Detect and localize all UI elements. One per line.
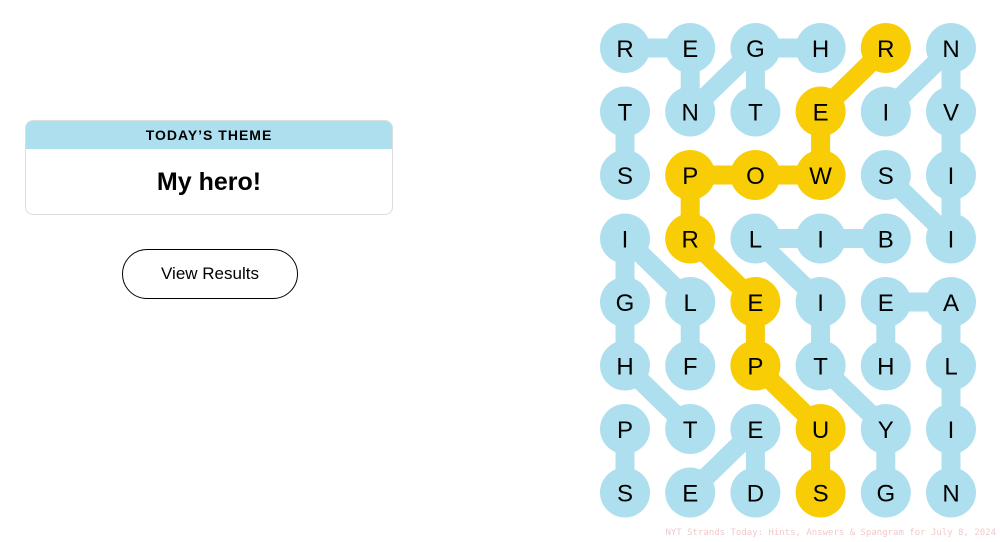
letter-tile[interactable]: S (795, 467, 846, 518)
letter-tile[interactable]: G (600, 277, 650, 327)
letter-tile[interactable]: H (600, 340, 650, 391)
tile-letter: T (683, 417, 698, 444)
tile-letter: O (746, 163, 765, 190)
letter-tile[interactable]: N (665, 86, 716, 137)
letter-tile[interactable]: E (665, 23, 716, 73)
tile-letter: E (682, 36, 698, 63)
letter-tile[interactable]: I (926, 213, 976, 264)
tile-letter: P (617, 417, 633, 444)
letter-board: R E G H R N T N T E I V S P O W S I I R L I B I G L E I E A H F P T H L P T E U… (600, 23, 976, 518)
letter-tile[interactable]: E (795, 86, 846, 137)
letter-tile[interactable]: I (926, 150, 976, 200)
letter-tile[interactable]: S (600, 467, 650, 518)
tile-letter: B (878, 227, 894, 254)
letter-tile[interactable]: H (795, 23, 846, 73)
letter-tile[interactable]: H (860, 340, 911, 391)
letter-tile[interactable]: L (665, 277, 716, 327)
letter-tile[interactable]: I (860, 86, 911, 137)
tile-letter: P (747, 354, 763, 381)
letter-tile[interactable]: D (730, 467, 781, 518)
tile-letter: P (682, 163, 698, 190)
tile-letter: I (948, 417, 955, 444)
tile-letter: L (684, 290, 697, 317)
letter-tile[interactable]: S (860, 150, 911, 200)
tile-letter: I (948, 227, 955, 254)
letter-tile[interactable]: G (860, 467, 911, 518)
tile-letter: S (878, 163, 894, 190)
watermark: NYT Strands Today: Hints, Answers & Span… (665, 528, 996, 538)
tile-letter: S (617, 481, 633, 508)
tile-letter: E (813, 100, 829, 127)
letter-tile[interactable]: R (665, 213, 716, 264)
letter-tile[interactable]: O (730, 150, 781, 200)
tile-letter: G (616, 290, 635, 317)
tile-letter: U (812, 417, 829, 444)
letter-tile[interactable]: P (600, 404, 650, 454)
letter-tile[interactable]: E (860, 277, 911, 327)
letter-tile[interactable]: I (795, 213, 846, 264)
tile-letter: T (748, 100, 763, 127)
tile-letter: W (809, 163, 832, 190)
tile-letter: G (746, 36, 765, 63)
tile-letter: V (943, 100, 959, 127)
letter-tile[interactable]: E (730, 404, 781, 454)
letter-tile[interactable]: I (926, 404, 976, 454)
tile-letter: E (682, 481, 698, 508)
tile-letter: I (622, 227, 629, 254)
letter-tile[interactable]: R (860, 23, 911, 73)
tile-letter: S (813, 481, 829, 508)
letter-tile[interactable]: T (795, 340, 846, 391)
tile-letter: E (878, 290, 894, 317)
tile-letter: D (747, 481, 764, 508)
letter-tile[interactable]: T (600, 86, 650, 137)
tile-letter: I (817, 290, 824, 317)
letter-tile[interactable]: G (730, 23, 781, 73)
tile-letter: I (948, 163, 955, 190)
letter-tile[interactable]: I (600, 213, 650, 264)
letter-tile[interactable]: N (926, 467, 976, 518)
letter-tile[interactable]: N (926, 23, 976, 73)
letter-tile[interactable]: R (600, 23, 650, 73)
letter-tile[interactable]: P (665, 150, 716, 200)
letter-tile[interactable]: Y (860, 404, 911, 454)
tile-letter: E (747, 417, 763, 444)
tile-letter: I (882, 100, 889, 127)
tile-letter: N (942, 36, 959, 63)
letter-tile[interactable]: P (730, 340, 781, 391)
letter-tile[interactable]: E (730, 277, 781, 327)
letter-tile[interactable]: V (926, 86, 976, 137)
letter-tile[interactable]: E (665, 467, 716, 518)
tile-letter: I (817, 227, 824, 254)
tile-letter: H (877, 354, 894, 381)
letter-tile[interactable]: T (730, 86, 781, 137)
tile-letter: N (942, 481, 959, 508)
tile-letter: L (749, 227, 762, 254)
tile-letter: H (616, 354, 633, 381)
tile-letter: T (618, 100, 633, 127)
letter-tile[interactable]: L (926, 340, 976, 391)
tile-letter: S (617, 163, 633, 190)
tile-letter: R (682, 227, 699, 254)
letter-tile[interactable]: S (600, 150, 650, 200)
tile-letter: H (812, 36, 829, 63)
letter-tile[interactable]: I (795, 277, 846, 327)
tile-letter: R (616, 36, 633, 63)
letter-tile[interactable]: A (926, 277, 976, 327)
letter-tile[interactable]: L (730, 213, 781, 264)
tile-letter: Y (878, 417, 894, 444)
letter-tile[interactable]: W (795, 150, 846, 200)
tile-letter: L (944, 354, 957, 381)
tile-letter: G (876, 481, 895, 508)
letter-tile[interactable]: B (860, 213, 911, 264)
tile-letter: T (813, 354, 828, 381)
letter-tile[interactable]: T (665, 404, 716, 454)
tile-letter: R (877, 36, 894, 63)
tile-letter: E (747, 290, 763, 317)
tile-letter: F (683, 354, 698, 381)
tile-letter: A (943, 290, 959, 317)
letter-tile[interactable]: U (795, 404, 846, 454)
letter-tile[interactable]: F (665, 340, 716, 391)
tile-letter: N (682, 100, 699, 127)
